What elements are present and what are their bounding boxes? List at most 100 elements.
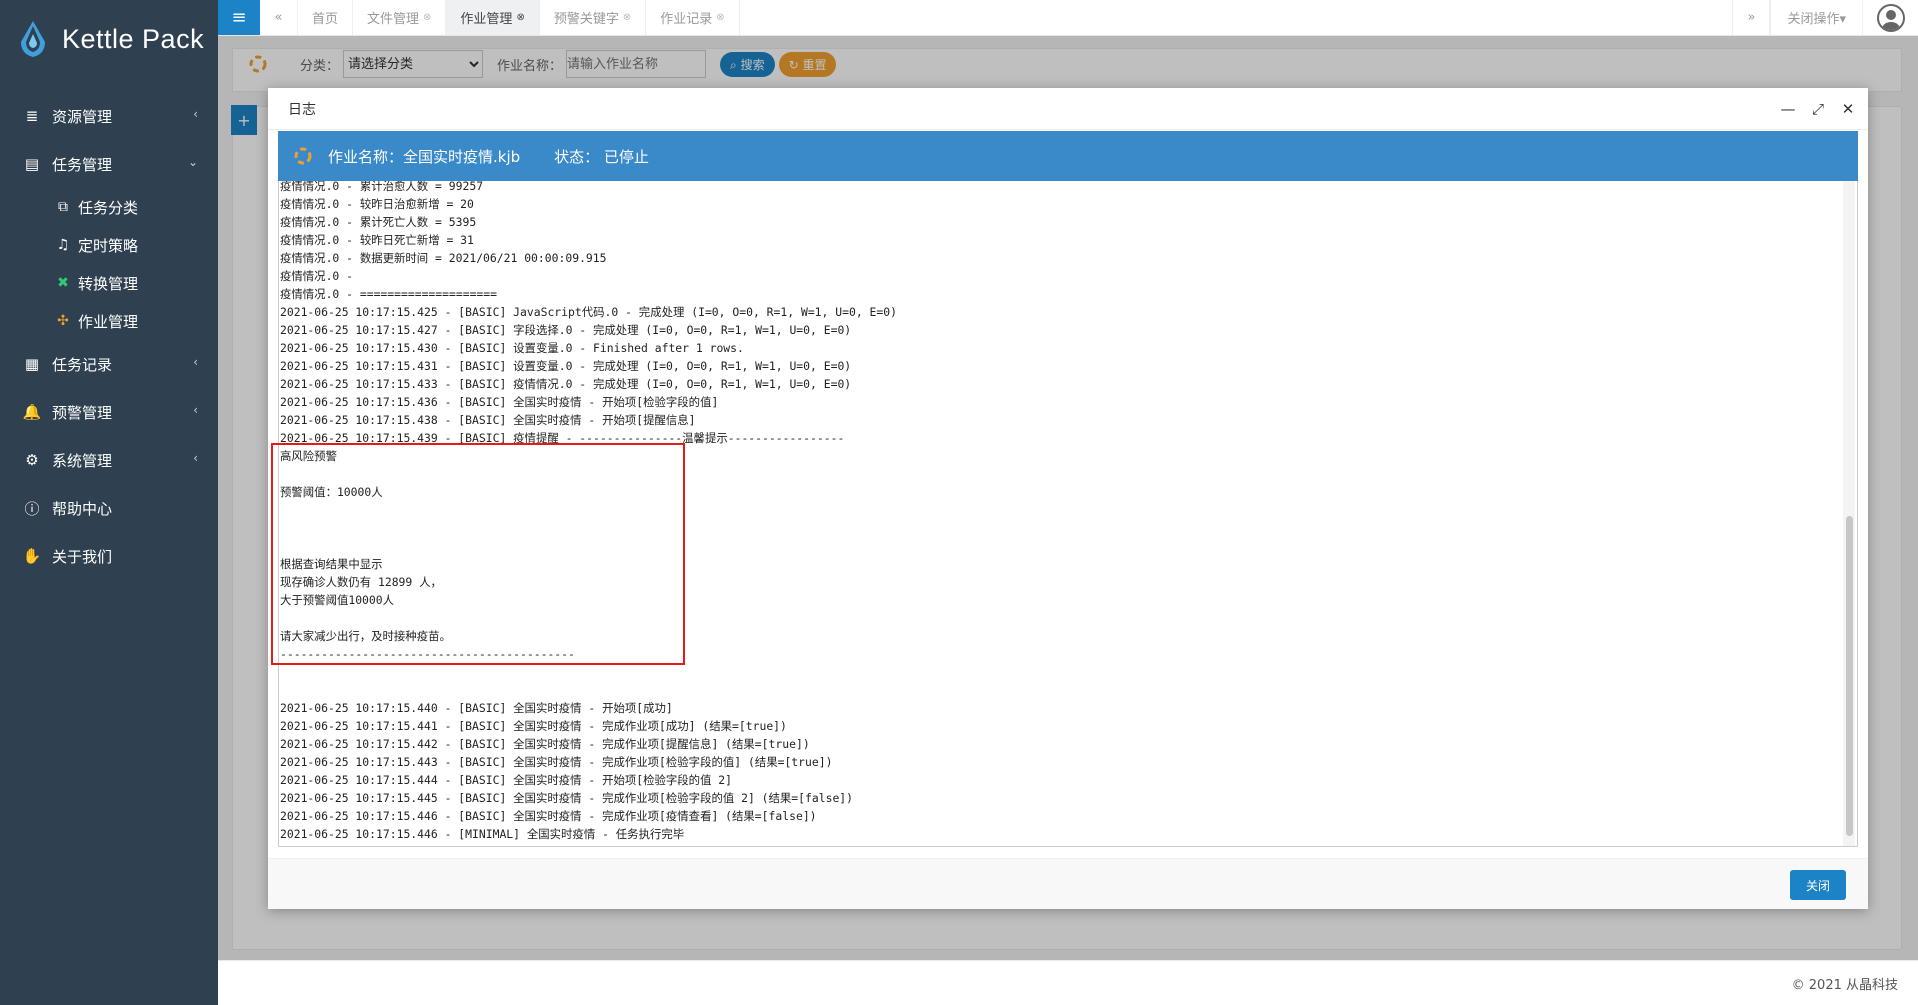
tab-label: 预警关键字 — [553, 12, 619, 27]
gears-icon: ⚙ — [25, 451, 39, 469]
sidebar-item-label: 帮助中心 — [52, 499, 113, 518]
log-line: 疫情情况.0 - 累计治愈人数 = 99257 — [280, 181, 484, 193]
log-line: 2021-06-25 10:17:15.441 - [BASIC] 全国实时疫情… — [280, 719, 787, 733]
log-line: 疫情情况.0 - 累计死亡人数 = 5395 — [280, 215, 477, 229]
footer: © 2021 从晶科技 — [218, 960, 1918, 1005]
sidebar-subitem-jobs[interactable]: ✣ 作业管理 — [0, 302, 218, 340]
log-line: 2021-06-25 10:17:15.438 - [BASIC] 全国实时疫情… — [280, 413, 696, 427]
sidebar-subitem-task-category[interactable]: ⧉ 任务分类 — [0, 188, 218, 226]
sidebar-item-label: 系统管理 — [52, 451, 113, 470]
close-operations-dropdown[interactable]: 关闭操作▾ — [1770, 0, 1862, 35]
tab-home[interactable]: 首页 — [298, 0, 354, 35]
log-line: 2021-06-25 10:17:15.443 - [BASIC] 全国实时疫情… — [280, 755, 833, 769]
log-line: 2021-06-25 10:17:15.446 - [MINIMAL] 全国实时… — [280, 827, 685, 841]
job-status-header: 作业名称：全国实时疫情.kjb 状态： 已停止 — [278, 131, 1858, 181]
tab-close-icon[interactable]: ⊗ — [716, 12, 724, 23]
tab-job-records[interactable]: 作业记录 ⊗ — [646, 0, 740, 35]
minimize-icon[interactable]: — — [1780, 100, 1796, 118]
log-line: 2021-06-25 10:17:15.431 - [BASIC] 设置变量.0… — [280, 359, 852, 373]
tab-close-icon[interactable]: ⊗ — [623, 12, 631, 23]
sidebar-item-label: 任务记录 — [52, 355, 113, 374]
sidebar-item-system[interactable]: ⚙ 系统管理 ‹ — [0, 436, 218, 484]
close-button[interactable]: 关闭 — [1790, 870, 1846, 900]
calendar-icon: ▦ — [24, 355, 40, 373]
log-line: 疫情情况.0 - 较昨日死亡新增 = 31 — [280, 233, 474, 247]
sidebar-item-tasks[interactable]: ▤ 任务管理 ⌄ — [0, 140, 218, 188]
log-line: 疫情情况.0 - — [280, 269, 353, 283]
log-line: 2021-06-25 10:17:15.445 - [BASIC] 全国实时疫情… — [280, 791, 854, 805]
bell-outline-icon: ♫ — [56, 237, 70, 253]
database-icon: ≣ — [25, 107, 39, 125]
question-circle-icon: ⓘ — [24, 499, 40, 518]
log-dialog: 日志 — ⤢ ✕ 作业名称：全国实时疫情.kjb 状态： 已停止 疫情情况.0 … — [268, 88, 1868, 909]
tabs-back-icon[interactable]: « — [260, 0, 298, 35]
tab-label: 作业管理 — [460, 12, 513, 27]
tab-close-icon[interactable]: ⊗ — [423, 12, 431, 23]
copy-icon: ⧉ — [58, 199, 68, 215]
tab-label: 作业记录 — [660, 12, 713, 27]
sidebar-item-help[interactable]: ⓘ 帮助中心 — [0, 484, 218, 532]
tab-file-management[interactable]: 文件管理 ⊗ — [353, 0, 447, 35]
menu-toggle-icon[interactable]: ≡ — [218, 0, 260, 35]
log-line: 2021-06-25 10:17:15.425 - [BASIC] JavaSc… — [280, 305, 897, 319]
maximize-icon[interactable]: ⤢ — [1810, 100, 1826, 118]
job-spinner-icon — [294, 147, 312, 165]
log-line: 疫情情况.0 - 较昨日治愈新增 = 20 — [280, 197, 474, 211]
sidebar-subitem-label: 任务分类 — [78, 198, 139, 217]
sidebar-item-about[interactable]: ✋ 关于我们 — [0, 532, 218, 580]
sidebar-item-label: 任务管理 — [52, 155, 113, 174]
transform-icon: ✖ — [57, 275, 69, 291]
kettle-logo-icon — [21, 21, 45, 57]
sidebar-subitem-label: 定时策略 — [78, 236, 139, 255]
sidebar-subitem-transform[interactable]: ✖ 转换管理 — [0, 264, 218, 302]
log-line: 疫情情况.0 - 数据更新时间 = 2021/06/21 00:00:09.91… — [280, 251, 607, 265]
log-line: 2021-06-25 10:17:15.444 - [BASIC] 全国实时疫情… — [280, 773, 733, 787]
log-line: 2021-06-25 10:17:15.430 - [BASIC] 设置变量.0… — [280, 341, 744, 355]
tasks-icon: ▤ — [24, 155, 40, 173]
sidebar: Kettle Pack ≣ 资源管理 ‹ ▤ 任务管理 ⌄ ⧉ 任务分类 ♫ 定… — [0, 0, 218, 1005]
log-line: 2021-06-25 10:17:15.440 - [BASIC] 全国实时疫情… — [280, 701, 673, 715]
sidebar-item-resources[interactable]: ≣ 资源管理 ‹ — [0, 92, 218, 140]
dialog-controls: — ⤢ ✕ — [1780, 100, 1856, 118]
tab-close-icon[interactable]: ⊗ — [516, 12, 524, 23]
handshake-icon: ✋ — [22, 547, 42, 565]
close-icon[interactable]: ✕ — [1840, 100, 1856, 118]
sidebar-item-alerts[interactable]: 🔔 预警管理 ‹ — [0, 388, 218, 436]
dialog-title: 日志 — [288, 101, 316, 118]
top-tabs-bar: ≡ « 首页 文件管理 ⊗ 作业管理 ⊗ 预警关键字 ⊗ 作业记录 ⊗ » 关闭操作▾ — [218, 0, 1918, 36]
brand-name: Kettle Pack — [62, 23, 205, 54]
tab-label: 首页 — [312, 12, 339, 27]
sidebar-item-label: 关于我们 — [52, 547, 113, 566]
sidebar-subitem-label: 作业管理 — [78, 312, 139, 331]
job-status-text: 状态： 已停止 — [554, 147, 649, 166]
log-scrollbar-thumb[interactable] — [1846, 516, 1853, 836]
sidebar-item-label: 预警管理 — [52, 403, 113, 422]
chevron-left-icon: ‹ — [193, 107, 198, 121]
chevron-left-icon: ‹ — [193, 451, 198, 465]
log-line: 2021-06-25 10:17:15.436 - [BASIC] 全国实时疫情… — [280, 395, 719, 409]
dialog-title-bar: 日志 — [268, 88, 1868, 130]
chevron-down-icon: ⌄ — [187, 155, 198, 169]
alert-highlight-box — [271, 443, 685, 665]
user-icon — [1876, 3, 1905, 32]
job-name-text: 作业名称：全国实时疫情.kjb — [328, 147, 521, 166]
log-line: 2021-06-25 10:17:15.446 - [BASIC] 全国实时疫情… — [280, 809, 817, 823]
brand[interactable]: Kettle Pack — [0, 0, 218, 78]
dialog-footer: 关闭 — [268, 858, 1868, 909]
log-line: 2021-06-25 10:17:15.427 - [BASIC] 字段选择.0… — [280, 323, 852, 337]
copyright-text: © 2021 从晶科技 — [1791, 978, 1898, 993]
user-avatar[interactable] — [1862, 0, 1918, 35]
log-line: 2021-06-25 10:17:15.442 - [BASIC] 全国实时疫情… — [280, 737, 810, 751]
sidebar-subitem-schedule[interactable]: ♫ 定时策略 — [0, 226, 218, 264]
bell-icon: 🔔 — [22, 403, 42, 421]
chevron-left-icon: ‹ — [193, 403, 198, 417]
tab-job-management[interactable]: 作业管理 ⊗ — [446, 0, 540, 35]
tabs-forward-icon[interactable]: » — [1732, 0, 1771, 35]
log-line: 2021-06-25 10:17:15.433 - [BASIC] 疫情情况.0… — [280, 377, 852, 391]
tab-alert-keywords[interactable]: 预警关键字 ⊗ — [540, 0, 647, 35]
chevron-left-icon: ‹ — [193, 355, 198, 369]
sidebar-item-label: 资源管理 — [52, 107, 113, 126]
sidebar-subitem-label: 转换管理 — [78, 274, 139, 293]
sidebar-item-task-records[interactable]: ▦ 任务记录 ‹ — [0, 340, 218, 388]
tab-label: 文件管理 — [367, 12, 420, 27]
